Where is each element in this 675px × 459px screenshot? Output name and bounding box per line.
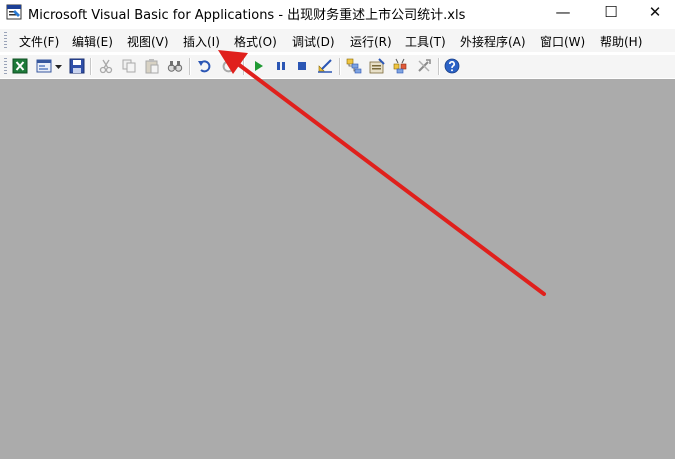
annotation-arrow-icon: [218, 50, 546, 296]
